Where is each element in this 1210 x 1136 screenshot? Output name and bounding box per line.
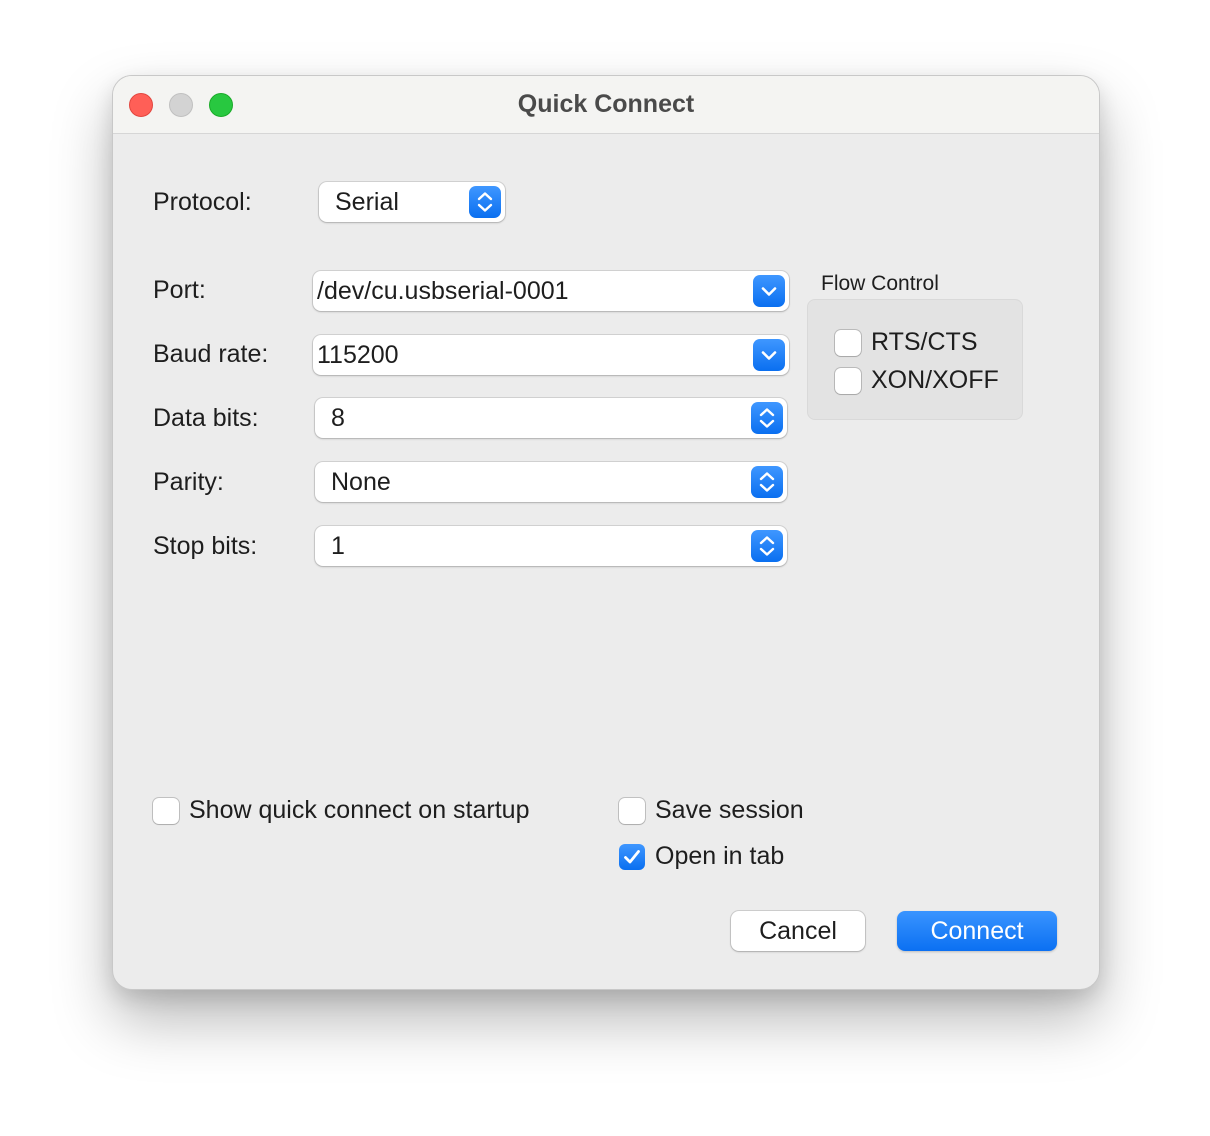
show-on-startup-checkbox[interactable]: [153, 798, 179, 824]
flow-control-group: [807, 299, 1023, 420]
port-combobox[interactable]: /dev/cu.usbserial-0001: [313, 271, 789, 311]
chevron-down-icon[interactable]: [753, 275, 785, 307]
up-down-chevron-icon: [469, 186, 501, 218]
parity-value: None: [331, 468, 391, 496]
protocol-label: Protocol:: [153, 188, 252, 216]
connect-button[interactable]: Connect: [897, 911, 1057, 951]
data-bits-value: 8: [331, 404, 345, 432]
open-in-tab-checkbox[interactable]: [619, 844, 645, 870]
stop-bits-value: 1: [331, 532, 345, 560]
baud-rate-value[interactable]: 115200: [317, 335, 399, 375]
protocol-select[interactable]: Serial: [319, 182, 505, 222]
data-bits-select[interactable]: 8: [315, 398, 787, 438]
protocol-value: Serial: [335, 188, 399, 216]
cancel-button[interactable]: Cancel: [731, 911, 865, 951]
xon-xoff-label[interactable]: XON/XOFF: [871, 366, 999, 395]
stop-bits-label: Stop bits:: [153, 532, 258, 560]
open-in-tab-label[interactable]: Open in tab: [655, 842, 784, 871]
baud-rate-label: Baud rate:: [153, 340, 269, 368]
close-window-button[interactable]: [129, 93, 153, 117]
save-session-checkbox[interactable]: [619, 798, 645, 824]
data-bits-label: Data bits:: [153, 404, 259, 432]
quick-connect-window: Quick Connect Protocol: Serial Port: /de…: [112, 75, 1100, 990]
port-value[interactable]: /dev/cu.usbserial-0001: [317, 271, 569, 311]
maximize-window-button[interactable]: [209, 93, 233, 117]
parity-select[interactable]: None: [315, 462, 787, 502]
rts-cts-checkbox[interactable]: [835, 330, 861, 356]
chevron-down-icon[interactable]: [753, 339, 785, 371]
up-down-chevron-icon: [751, 402, 783, 434]
rts-cts-label[interactable]: RTS/CTS: [871, 328, 978, 357]
port-label: Port:: [153, 276, 206, 304]
baud-rate-combobox[interactable]: 115200: [313, 335, 789, 375]
xon-xoff-checkbox[interactable]: [835, 368, 861, 394]
checkmark-icon: [624, 850, 640, 864]
show-on-startup-label[interactable]: Show quick connect on startup: [189, 796, 529, 825]
parity-label: Parity:: [153, 468, 224, 496]
up-down-chevron-icon: [751, 530, 783, 562]
minimize-window-button[interactable]: [169, 93, 193, 117]
flow-control-title: Flow Control: [821, 272, 939, 295]
window-title: Quick Connect: [517, 90, 695, 118]
save-session-label[interactable]: Save session: [655, 796, 804, 825]
title-bar[interactable]: Quick Connect: [113, 76, 1099, 134]
stop-bits-select[interactable]: 1: [315, 526, 787, 566]
up-down-chevron-icon: [751, 466, 783, 498]
